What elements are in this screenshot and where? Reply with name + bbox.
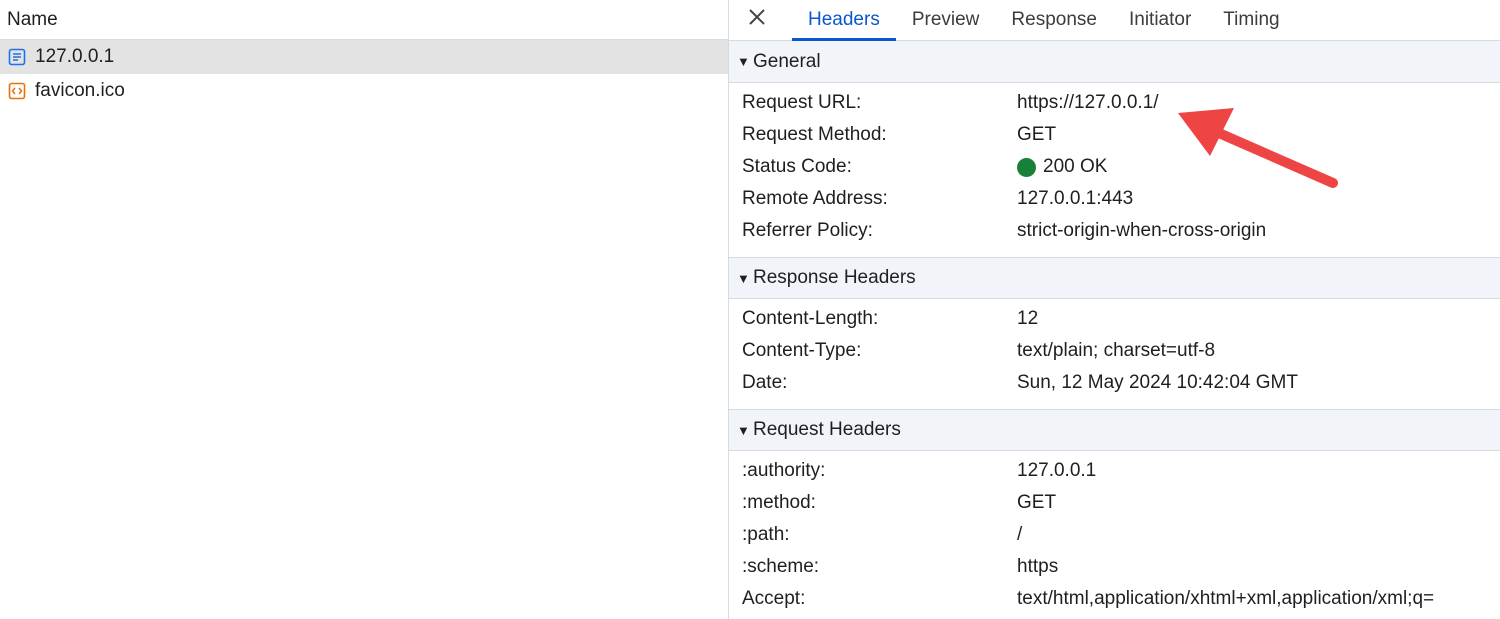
- header-key: Date:: [742, 372, 788, 393]
- header-key: :scheme:: [742, 556, 820, 577]
- header-row: :path: /: [729, 519, 1500, 551]
- close-icon: [748, 8, 766, 32]
- section-title: General: [753, 50, 821, 72]
- header-key: Content-Type:: [742, 340, 862, 361]
- response-headers-section-header[interactable]: ▼ Response Headers: [729, 257, 1500, 299]
- name-column-label: Name: [7, 8, 58, 30]
- header-row: Request Method: GET: [729, 119, 1500, 151]
- name-column-header[interactable]: Name: [0, 0, 728, 40]
- collapse-triangle-icon: ▼: [737, 54, 750, 69]
- header-key: Content-Length:: [742, 308, 879, 329]
- request-headers-section-body: :authority: 127.0.0.1 :method: GET :path…: [729, 451, 1500, 619]
- tab-response[interactable]: Response: [995, 0, 1113, 40]
- general-section-header[interactable]: ▼ General: [729, 41, 1500, 83]
- close-button[interactable]: [744, 0, 770, 40]
- header-value: GET: [1017, 492, 1057, 513]
- header-row: Content-Type: text/plain; charset=utf-8: [729, 335, 1500, 367]
- header-row: Remote Address: 127.0.0.1:443: [729, 183, 1500, 215]
- header-row: Content-Length: 12: [729, 303, 1500, 335]
- header-key: :authority:: [742, 460, 826, 481]
- header-value: text/plain; charset=utf-8: [1017, 340, 1216, 361]
- tab-headers[interactable]: Headers: [792, 0, 896, 41]
- tab-initiator[interactable]: Initiator: [1113, 0, 1207, 40]
- code-file-icon: [8, 82, 26, 100]
- section-title: Request Headers: [753, 419, 901, 440]
- header-key: Remote Address:: [742, 188, 888, 209]
- request-name: favicon.ico: [35, 80, 125, 101]
- header-key: Request URL:: [742, 92, 862, 113]
- header-value: /: [1017, 524, 1023, 545]
- header-value: text/html,application/xhtml+xml,applicat…: [1017, 588, 1435, 609]
- header-key: :method:: [742, 492, 816, 513]
- status-value: 200 OK: [1017, 156, 1107, 178]
- details-tabbar: Headers Preview Response Initiator Timin…: [729, 0, 1500, 41]
- header-row: Status Code: 200 OK: [729, 151, 1500, 183]
- request-row-127-0-0-1[interactable]: 127.0.0.1: [0, 40, 728, 74]
- section-title: Response Headers: [753, 267, 916, 288]
- document-icon: [8, 48, 26, 66]
- header-row: Request URL: https://127.0.0.1/: [729, 87, 1500, 119]
- response-headers-section-body: Content-Length: 12 Content-Type: text/pl…: [729, 299, 1500, 409]
- request-list-pane: Name 127.0.0.1 favicon.ico: [0, 0, 729, 619]
- header-value: 200 OK: [1043, 156, 1108, 177]
- header-row: Accept: text/html,application/xhtml+xml,…: [729, 583, 1500, 615]
- header-key: Accept:: [742, 588, 806, 609]
- header-key: Referrer Policy:: [742, 220, 873, 241]
- collapse-triangle-icon: ▼: [737, 270, 750, 286]
- request-name: 127.0.0.1: [35, 46, 115, 67]
- status-ok-dot-icon: [1017, 157, 1036, 177]
- header-row: Date: Sun, 12 May 2024 10:42:04 GMT: [729, 367, 1500, 399]
- header-value: https: [1017, 556, 1059, 577]
- header-value: Sun, 12 May 2024 10:42:04 GMT: [1017, 372, 1298, 393]
- header-value: 12: [1017, 308, 1039, 329]
- header-row: Referrer Policy: strict-origin-when-cros…: [729, 215, 1500, 247]
- header-value: strict-origin-when-cross-origin: [1017, 220, 1267, 241]
- general-section-body: Request URL: https://127.0.0.1/ Request …: [729, 83, 1500, 257]
- header-key: Status Code:: [742, 156, 852, 177]
- collapse-triangle-icon: ▼: [737, 422, 750, 438]
- header-value: GET: [1017, 124, 1057, 145]
- header-key: :path:: [742, 524, 790, 545]
- header-value: 127.0.0.1:443: [1017, 188, 1134, 209]
- header-row: :method: GET: [729, 487, 1500, 519]
- header-value: 127.0.0.1: [1017, 460, 1097, 481]
- header-value: https://127.0.0.1/: [1017, 92, 1159, 113]
- tab-timing[interactable]: Timing: [1207, 0, 1295, 40]
- header-row: :authority: 127.0.0.1: [729, 455, 1500, 487]
- tab-preview[interactable]: Preview: [896, 0, 996, 40]
- request-headers-section-header[interactable]: ▼ Request Headers: [729, 409, 1500, 451]
- request-details-pane: Headers Preview Response Initiator Timin…: [729, 0, 1500, 619]
- header-row: :scheme: https: [729, 551, 1500, 583]
- request-row-favicon[interactable]: favicon.ico: [0, 74, 728, 108]
- header-key: Request Method:: [742, 124, 887, 145]
